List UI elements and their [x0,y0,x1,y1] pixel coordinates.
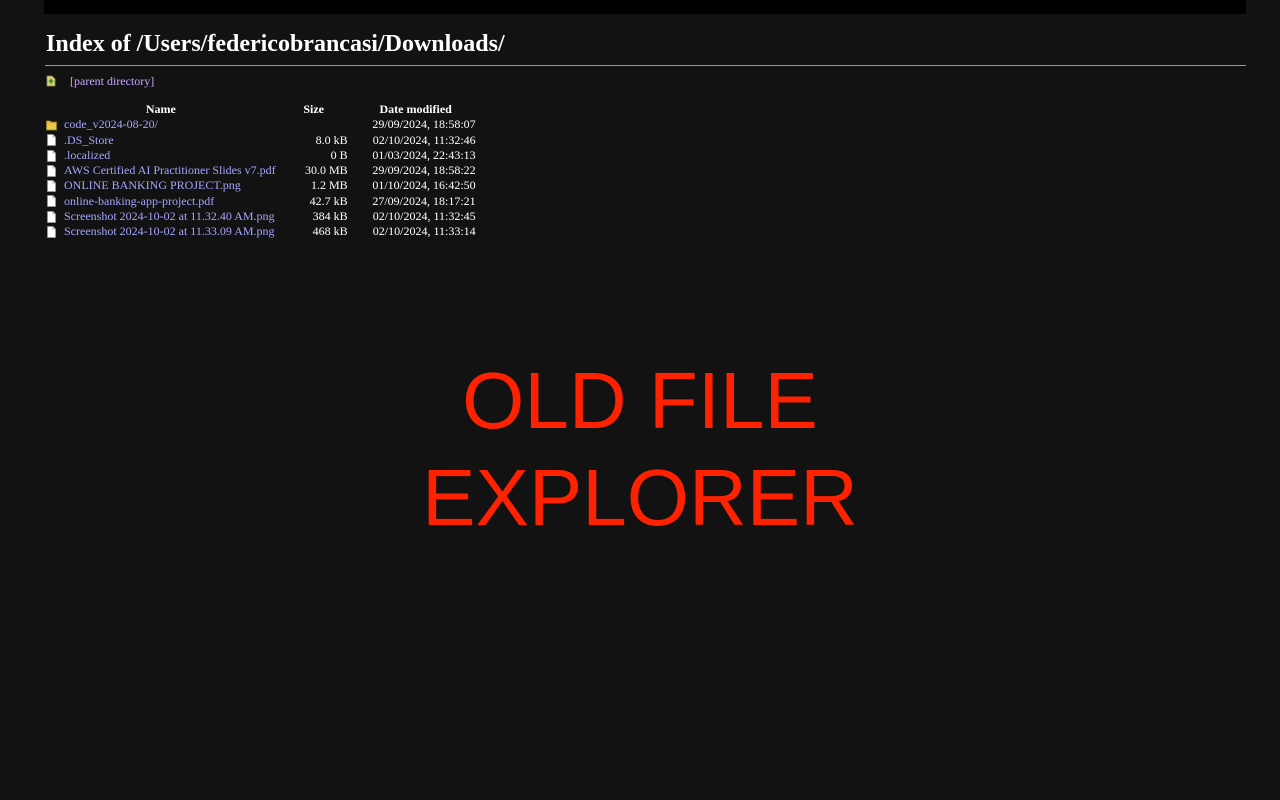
file-name-cell: ONLINE BANKING PROJECT.png [44,178,278,193]
top-bar [44,0,1246,14]
file-link[interactable]: .DS_Store [64,133,114,148]
overlay-caption: OLD FILE EXPLORER [0,352,1280,546]
file-name-cell: online-banking-app-project.pdf [44,194,278,209]
file-name-cell: AWS Certified AI Practitioner Slides v7.… [44,163,278,178]
table-row: ONLINE BANKING PROJECT.png 1.2 MB 01/10/20… [44,178,478,193]
page-title: Index of /Users/federicobrancasi/Downloa… [46,31,505,57]
overlay-caption-line-1: OLD FILE [462,356,818,445]
file-name-cell: Screenshot 2024-10-02 at 11.33.09 AM.png [44,224,278,239]
file-name-cell: .localized [44,148,278,163]
table-row: .localized 0 B 01/03/2024, 22:43:13 [44,148,478,163]
file-size-cell [278,117,354,132]
file-size-cell: 30.0 MB [304,163,348,178]
file-name-cell: Screenshot 2024-10-02 at 11.32.40 AM.png [44,209,278,224]
table-row: AWS Certified AI Practitioner Slides v7.… [44,163,478,178]
file-size-cell: 42.7 kB [309,193,348,208]
file-size-cell: 468 kB [312,224,348,239]
file-icon [47,149,56,162]
file-icon [47,226,56,238]
file-size-cell: 384 kB [312,209,348,224]
table-header-row: Name Size Date modified [44,102,478,117]
file-date-cell: 02/10/2024, 11:32:46 [372,132,476,147]
file-icon [47,164,56,177]
column-header-name[interactable]: Name [44,102,278,117]
table-row: .DS_Store 8.0 kB 02/10/2024, 11:32:46 [44,133,478,148]
file-date-cell: 29/09/2024, 18:58:22 [372,163,476,178]
file-size-cell: 8.0 kB [315,132,348,147]
file-link[interactable]: online-banking-app-project.pdf [64,194,214,209]
file-link[interactable]: Screenshot 2024-10-02 at 11.32.40 AM.png [64,209,275,224]
file-link[interactable]: Screenshot 2024-10-02 at 11.33.09 AM.png [64,224,275,239]
file-listing-table: Name Size Date modified code_v2024-08-20… [44,102,478,240]
parent-directory-link[interactable]: [parent directory] [70,74,154,89]
file-date-cell: 29/09/2024, 18:58:07 [372,117,476,132]
column-header-size[interactable]: Size [278,102,354,117]
parent-directory-icon [46,75,56,87]
file-size-cell: 1.2 MB [310,178,348,193]
file-link[interactable]: code_v2024-08-20/ [64,117,158,132]
file-date-cell: 02/10/2024, 11:33:14 [372,224,476,239]
file-date-cell: 02/10/2024, 11:32:45 [372,209,476,224]
file-date-cell: 27/09/2024, 18:17:21 [372,193,476,208]
table-row: online-banking-app-project.pdf 42.7 kB 27/… [44,194,478,209]
file-link[interactable]: AWS Certified AI Practitioner Slides v7.… [64,163,276,178]
file-link[interactable]: .localized [64,148,110,163]
file-date-cell: 01/10/2024, 16:42:50 [372,178,476,193]
overlay-caption-line-2: EXPLORER [422,453,858,542]
table-row: Screenshot 2024-10-02 at 11.32.40 AM.png… [44,209,478,224]
file-date-cell: 01/03/2024, 22:43:13 [372,147,476,162]
parent-directory-row: [parent directory] [46,73,154,89]
file-icon [47,210,56,223]
file-link[interactable]: ONLINE BANKING PROJECT.png [64,178,241,193]
file-icon [47,195,56,208]
file-name-cell: .DS_Store [44,133,278,148]
file-icon [47,180,56,192]
folder-icon [46,120,57,131]
file-size-cell: 0 B [330,147,348,162]
divider [45,65,1246,66]
file-icon [47,134,56,147]
file-name-cell: code_v2024-08-20/ [44,117,278,132]
table-row: code_v2024-08-20/29/09/2024, 18:58:07 [44,117,478,132]
column-header-date-modified[interactable]: Date modified [354,102,478,117]
table-row: Screenshot 2024-10-02 at 11.33.09 AM.png… [44,224,478,239]
